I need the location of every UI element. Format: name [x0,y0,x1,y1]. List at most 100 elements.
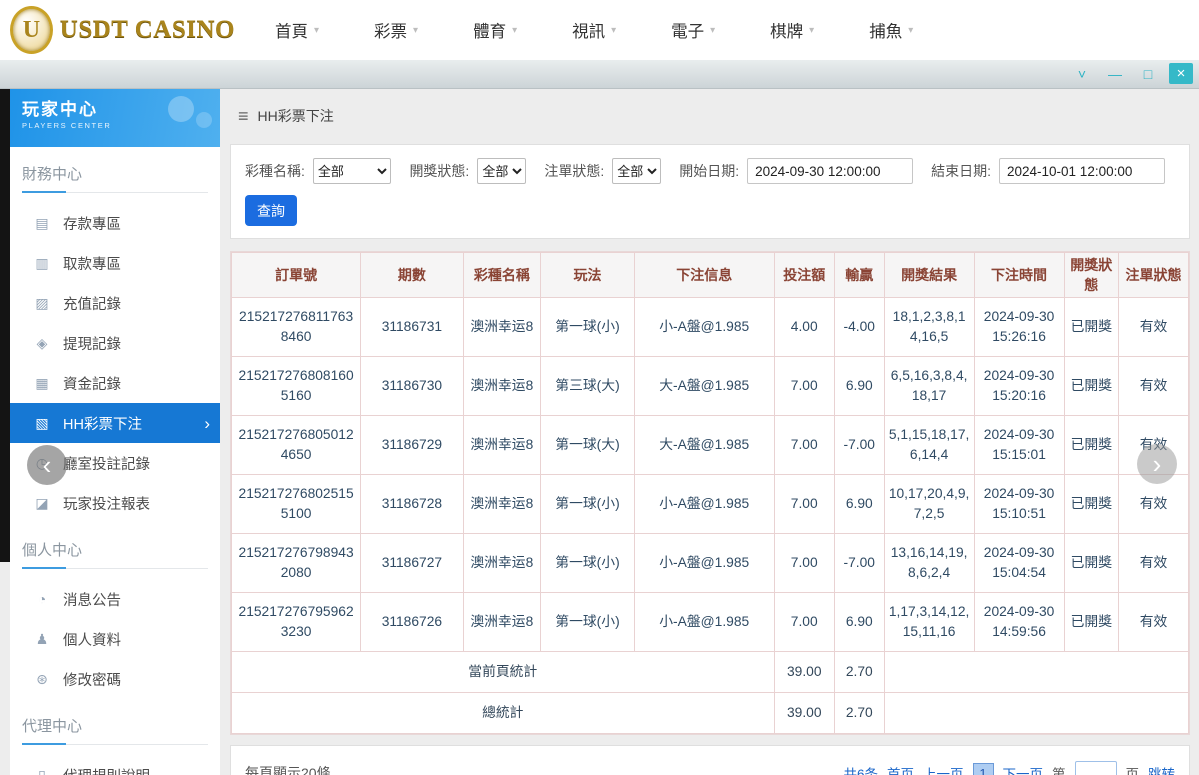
nav-item-7[interactable]: 捕魚 ▾ [869,18,913,42]
table-cell: 5,1,15,18,17,6,14,4 [883,415,975,475]
table-cell: 7.00 [773,415,835,475]
table-cell: 大-A盤@1.985 [633,356,775,416]
table-header-row: 訂單號 期數 彩種名稱 玩法 下注信息 投注額 輸贏 開獎結果 下注時間 開獎狀態 注單狀態 [230,252,1189,298]
summary-bet-total: 39.00 [773,692,835,734]
table-cell: 已開獎 [1063,356,1120,416]
sidebar-item-label: HH彩票下注 [63,416,142,433]
order-status-select[interactable]: 全部 [612,158,662,184]
search-button[interactable]: 查詢 [245,195,297,226]
sidebar-item-label: 玩家投注報表 [63,496,150,513]
table-cell: 31186727 [360,533,464,593]
recharge-record-icon: ▨ [35,294,49,311]
column-header: 注單狀態 [1118,252,1189,298]
table-cell: 第一球(小) [540,533,635,593]
breadcrumb: ≡ HH彩票下注 [230,88,1190,144]
sidebar-item[interactable]: ⊛ 修改密碼 [10,659,220,699]
sidebar-item-label: 存款專區 [63,216,121,233]
password-icon: ⊛ [36,670,48,687]
maximize-icon[interactable]: □ [1136,63,1160,84]
table-cell: 澳洲幸运8 [462,415,542,475]
table-cell: 澳洲幸运8 [462,474,542,534]
draw-status-label: 開獎狀態: [409,163,470,179]
column-header: 期數 [360,252,464,298]
page-jump-input[interactable] [1074,761,1117,775]
nav-item-4[interactable]: 視訊 ▾ [572,18,616,42]
table-row: 2152172768050124650 31186729 澳洲幸运8 第一球(大) 大-… [230,415,1189,475]
table-cell: 小-A盤@1.985 [633,592,775,652]
close-icon[interactable]: × [1169,63,1193,84]
sidebar-item-group: ◔ 消息公告 ♟ 個人資料 ⊛ 修改密碼 [10,569,220,699]
table-cell: 31186730 [360,356,464,416]
summary-bet-total: 39.00 [773,651,835,693]
table-cell: -4.00 [833,297,885,357]
prev-page-link[interactable]: 上一页 [923,763,964,775]
order-status-label: 注單狀態: [544,163,605,179]
sidebar-item[interactable]: ◈ 提現記錄 [10,323,220,363]
table-cell: 2024-09-30 15:20:16 [973,356,1065,416]
sidebar-item[interactable]: ◪ 玩家投注報表 [10,483,220,523]
agent-rules-icon: ▯ [38,766,46,775]
lottery-bet-icon: ▧ [35,414,49,431]
nav-item-2[interactable]: 彩票 ▾ [374,18,418,42]
table-row: 2152172768025155100 31186728 澳洲幸运8 第一球(小) 小-… [230,474,1189,534]
table-cell: 2152172767959623230 [230,592,362,652]
draw-status-select[interactable]: 全部 [477,158,527,184]
menu-icon[interactable]: ≡ [238,106,249,127]
sidebar-item[interactable]: ♟ 個人資料 [10,619,220,659]
minimize-icon[interactable]: — [1103,63,1127,84]
sidebar-item-label: 資金記錄 [63,376,121,393]
sidebar-item[interactable]: ▥ 取款專區 [10,243,220,283]
collapse-icon[interactable]: ˅ [1070,63,1094,84]
chevron-down-icon: ▾ [314,24,320,36]
next-page-link[interactable]: 下一页 [1003,763,1044,775]
table-cell: 31186726 [360,592,464,652]
table-cell: 第一球(大) [540,415,635,475]
nav-item-5[interactable]: 電子 ▾ [671,18,715,42]
chevron-down-icon: ▾ [710,24,716,36]
table-row: 2152172768117638460 31186731 澳洲幸运8 第一球(小) 小-… [230,297,1189,357]
end-date-input[interactable] [999,158,1165,184]
sidebar-item[interactable]: ▯ 代理規則說明 [10,755,220,775]
first-page-link[interactable]: 首页 [887,763,914,775]
start-date-input[interactable] [747,158,914,184]
top-nav: 首頁 ▾ 彩票 ▾ 體育 ▾ 視訊 ▾ 電子 ▾ 棋牌 ▾ 捕魚 ▾ [275,18,913,42]
bet-table: 訂單號 期數 彩種名稱 玩法 下注信息 投注額 輸贏 開獎結果 下注時間 開獎狀態 注單狀態 215… [230,252,1190,734]
scroll-right-button[interactable]: › [1137,444,1177,484]
sidebar-item[interactable]: ▦ 資金記錄 [10,363,220,403]
nav-item-3[interactable]: 體育 ▾ [473,18,517,42]
summary-empty [883,651,1190,693]
sidebar-item[interactable]: ◔ 消息公告 [10,579,220,619]
table-cell: 2152172768025155100 [230,474,362,534]
sidebar-item[interactable]: ▨ 充值記錄 [10,283,220,323]
main-content: ≡ HH彩票下注 彩種名稱: 全部 開獎狀態: 全部 注單狀態: 全部 開始日期… [230,88,1190,775]
table-cell: 小-A盤@1.985 [633,297,775,357]
summary-winloss-total: 2.70 [833,692,885,734]
table-cell: -7.00 [833,533,885,593]
table-cell: 2024-09-30 15:26:16 [973,297,1065,357]
decorative-circles-icon [150,92,214,138]
table-cell: 6.90 [833,592,885,652]
lottery-select[interactable]: 全部 [312,158,392,184]
table-cell: 1,17,3,14,12,15,11,16 [883,592,975,652]
scroll-left-button[interactable]: ‹ [27,445,67,485]
sidebar-item[interactable]: ▧ HH彩票下注 › [10,403,220,443]
jump-button[interactable]: 跳转 [1148,763,1175,775]
nav-item-1[interactable]: 首頁 ▾ [275,18,319,42]
nav-item-6[interactable]: 棋牌 ▾ [770,18,814,42]
sidebar-item[interactable]: ▤ 存款專區 [10,203,220,243]
table-cell: 已開獎 [1063,474,1120,534]
sidebar-section-label: 個人中心 [22,539,208,569]
table-cell: 7.00 [773,356,835,416]
chevron-right-icon: › [204,413,210,433]
column-header: 彩種名稱 [462,252,542,298]
logo[interactable]: U USDT CASINO [0,6,235,54]
logo-monogram: U [22,16,41,43]
table-row: 2152172768081605160 31186730 澳洲幸运8 第三球(大) 大-… [230,356,1189,416]
nav-item-label: 視訊 [572,23,606,41]
pagination-controls: 共6条 首页 上一页 1 下一页 第 页 跳转 [843,761,1175,775]
funds-record-icon: ▦ [35,374,49,391]
nav-item-label: 體育 [473,23,507,41]
table-cell: 澳洲幸运8 [462,297,542,357]
table-cell: 有效 [1118,592,1189,652]
sidebar-item-label: 充值記錄 [63,296,121,313]
